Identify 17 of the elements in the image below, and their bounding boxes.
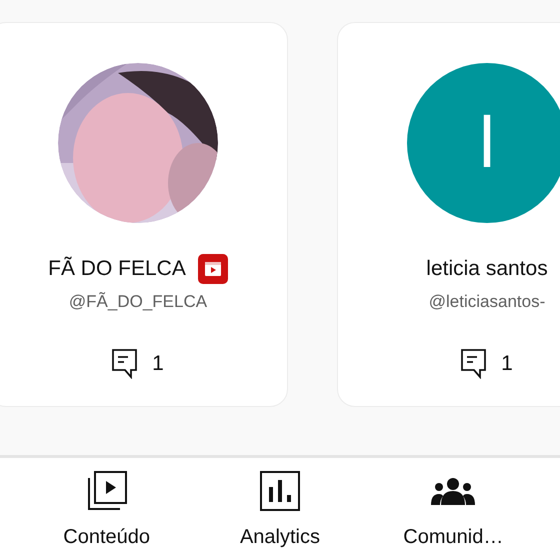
nav-tab[interactable]: Conteúdo [32, 470, 182, 552]
channel-card[interactable]: l leticia santos @leticiasantos- 1 [337, 22, 560, 407]
video-library-icon [86, 471, 127, 511]
channel-handle: @FÃ_DO_FELCA [68, 290, 208, 312]
comment-icon [112, 348, 138, 379]
people-icon [431, 477, 476, 505]
nav-tab[interactable]: Analytics [204, 470, 355, 552]
channel-handle: @leticiasantos- [428, 290, 546, 312]
nav-tab[interactable]: Comunid… [378, 470, 528, 552]
channel-name: FÃ DO FELCA [48, 256, 186, 282]
comment-icon [461, 348, 488, 379]
bar-chart-icon [260, 471, 300, 511]
channel-card[interactable]: FÃ DO FELCA @FÃ_DO_FELCA 1 [0, 22, 288, 407]
channel-name: leticia santos [426, 256, 548, 282]
comment-count: 1 [501, 351, 513, 377]
avatar: l [407, 63, 560, 223]
comment-count: 1 [152, 351, 164, 377]
